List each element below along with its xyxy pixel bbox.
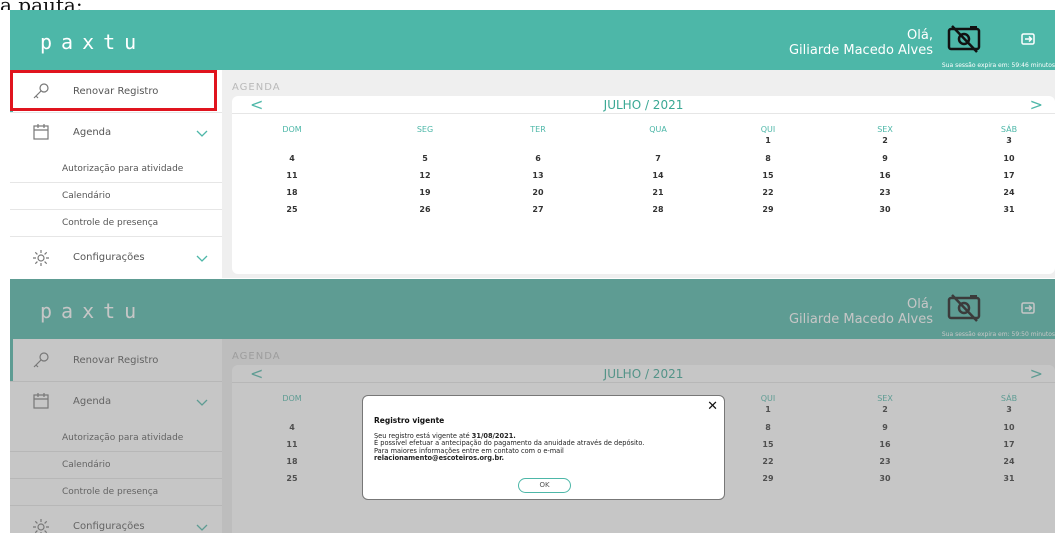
- calendar-day[interactable]: 22: [738, 188, 798, 197]
- calendar-day[interactable]: 3: [979, 136, 1039, 145]
- calendar-day[interactable]: 24: [979, 188, 1039, 197]
- weekday-header: SÁB: [1000, 125, 1018, 134]
- calendar-day[interactable]: 14: [628, 171, 688, 180]
- sidebar-subitem-activity-authorization[interactable]: Autorização para atividade: [10, 156, 222, 183]
- calendar-month: JULHO / 2021: [603, 98, 684, 112]
- calendar-day[interactable]: 13: [508, 171, 568, 180]
- calendar-day[interactable]: 20: [508, 188, 568, 197]
- email-text: relacionamento@escoteiros.org.br.: [374, 454, 505, 463]
- calendar-day[interactable]: 30: [855, 205, 915, 214]
- calendar-day[interactable]: 2: [855, 136, 915, 145]
- sidebar-subitem-calendar[interactable]: Calendário: [10, 183, 222, 210]
- user-name: Giliarde Macedo Alves: [788, 43, 933, 58]
- subitem-label: Autorização para atividade: [62, 164, 184, 174]
- calendar-day[interactable]: 4: [262, 154, 322, 163]
- calendar-day[interactable]: 10: [979, 154, 1039, 163]
- contact-email: relacionamento@escoteiros.org.br.: [374, 455, 704, 462]
- calendar-day[interactable]: 28: [628, 205, 688, 214]
- logout-icon[interactable]: [1021, 33, 1035, 45]
- weekday-header: SEX: [877, 125, 893, 134]
- calendar-day[interactable]: 18: [262, 188, 322, 197]
- camera-off-icon[interactable]: [946, 24, 982, 54]
- session-timer: Sua sessão expira em: 59:46 minutos: [941, 62, 1055, 69]
- calendar-day[interactable]: 8: [738, 154, 798, 163]
- calendar-day[interactable]: 17: [979, 171, 1039, 180]
- calendar-day[interactable]: 7: [628, 154, 688, 163]
- registration-dialog: ✕ Registro vigente Seu registro está vig…: [362, 395, 725, 500]
- user-greeting: Olá, Giliarde Macedo Alves: [789, 28, 933, 58]
- screenshot-top: paxtu Olá, Giliarde Macedo Alves Sua ses…: [10, 10, 1055, 278]
- gear-icon: [33, 250, 49, 266]
- dialog-title: Registro vigente: [374, 416, 445, 425]
- ok-button[interactable]: OK: [518, 478, 571, 493]
- calendar-card: < JULHO / 2021 > DOMSEGTERQUAQUISEXSÁB12…: [232, 96, 1055, 274]
- next-month-button[interactable]: >: [1030, 96, 1043, 114]
- weekday-header: DOM: [282, 125, 302, 134]
- calendar-icon: [33, 124, 49, 140]
- screenshot-bottom: paxtu Olá, Giliarde Macedo Alves Sua ses…: [10, 279, 1055, 533]
- app-logo[interactable]: paxtu: [40, 30, 145, 54]
- calendar-day[interactable]: 27: [508, 205, 568, 214]
- subitem-label: Calendário: [62, 191, 111, 201]
- dialog-message: Seu registro está vigente até 31/08/2021…: [374, 432, 704, 463]
- highlight-box: [10, 70, 217, 111]
- subitem-label: Controle de presença: [62, 218, 159, 228]
- calendar-header: < JULHO / 2021 >: [232, 96, 1055, 114]
- sidebar: Renovar Registro Agenda Autorização para…: [10, 70, 222, 278]
- sidebar-item-label: Agenda: [73, 127, 112, 138]
- weekday-header: TER: [530, 125, 546, 134]
- calendar-day[interactable]: 23: [855, 188, 915, 197]
- calendar-day[interactable]: 15: [738, 171, 798, 180]
- calendar-day[interactable]: 31: [979, 205, 1039, 214]
- calendar-day[interactable]: 12: [395, 171, 455, 180]
- calendar-day[interactable]: 1: [738, 136, 798, 145]
- top-bar: paxtu Olá, Giliarde Macedo Alves Sua ses…: [10, 10, 1055, 70]
- weekday-header: QUA: [649, 125, 667, 134]
- greeting-text: Olá,: [907, 28, 933, 43]
- calendar-day[interactable]: 9: [855, 154, 915, 163]
- calendar-day[interactable]: 21: [628, 188, 688, 197]
- calendar-day[interactable]: 5: [395, 154, 455, 163]
- calendar-day[interactable]: 26: [395, 205, 455, 214]
- calendar-day[interactable]: 19: [395, 188, 455, 197]
- calendar-day[interactable]: 11: [262, 171, 322, 180]
- sidebar-item-settings[interactable]: Configurações: [10, 238, 222, 278]
- weekday-header: QUI: [760, 125, 776, 134]
- close-icon[interactable]: ✕: [707, 399, 718, 414]
- breadcrumb: AGENDA: [232, 82, 281, 93]
- chevron-down-icon[interactable]: [196, 255, 208, 263]
- sidebar-item-label: Configurações: [73, 252, 145, 263]
- calendar-day[interactable]: 16: [855, 171, 915, 180]
- page-caption: a pauta:: [0, 0, 83, 10]
- calendar-day[interactable]: 6: [508, 154, 568, 163]
- sidebar-subitem-attendance-control[interactable]: Controle de presença: [10, 210, 222, 237]
- calendar-day[interactable]: 25: [262, 205, 322, 214]
- chevron-down-icon[interactable]: [196, 130, 208, 138]
- sidebar-item-agenda[interactable]: Agenda: [10, 113, 222, 156]
- weekday-header: SEG: [416, 125, 434, 134]
- calendar-day[interactable]: 29: [738, 205, 798, 214]
